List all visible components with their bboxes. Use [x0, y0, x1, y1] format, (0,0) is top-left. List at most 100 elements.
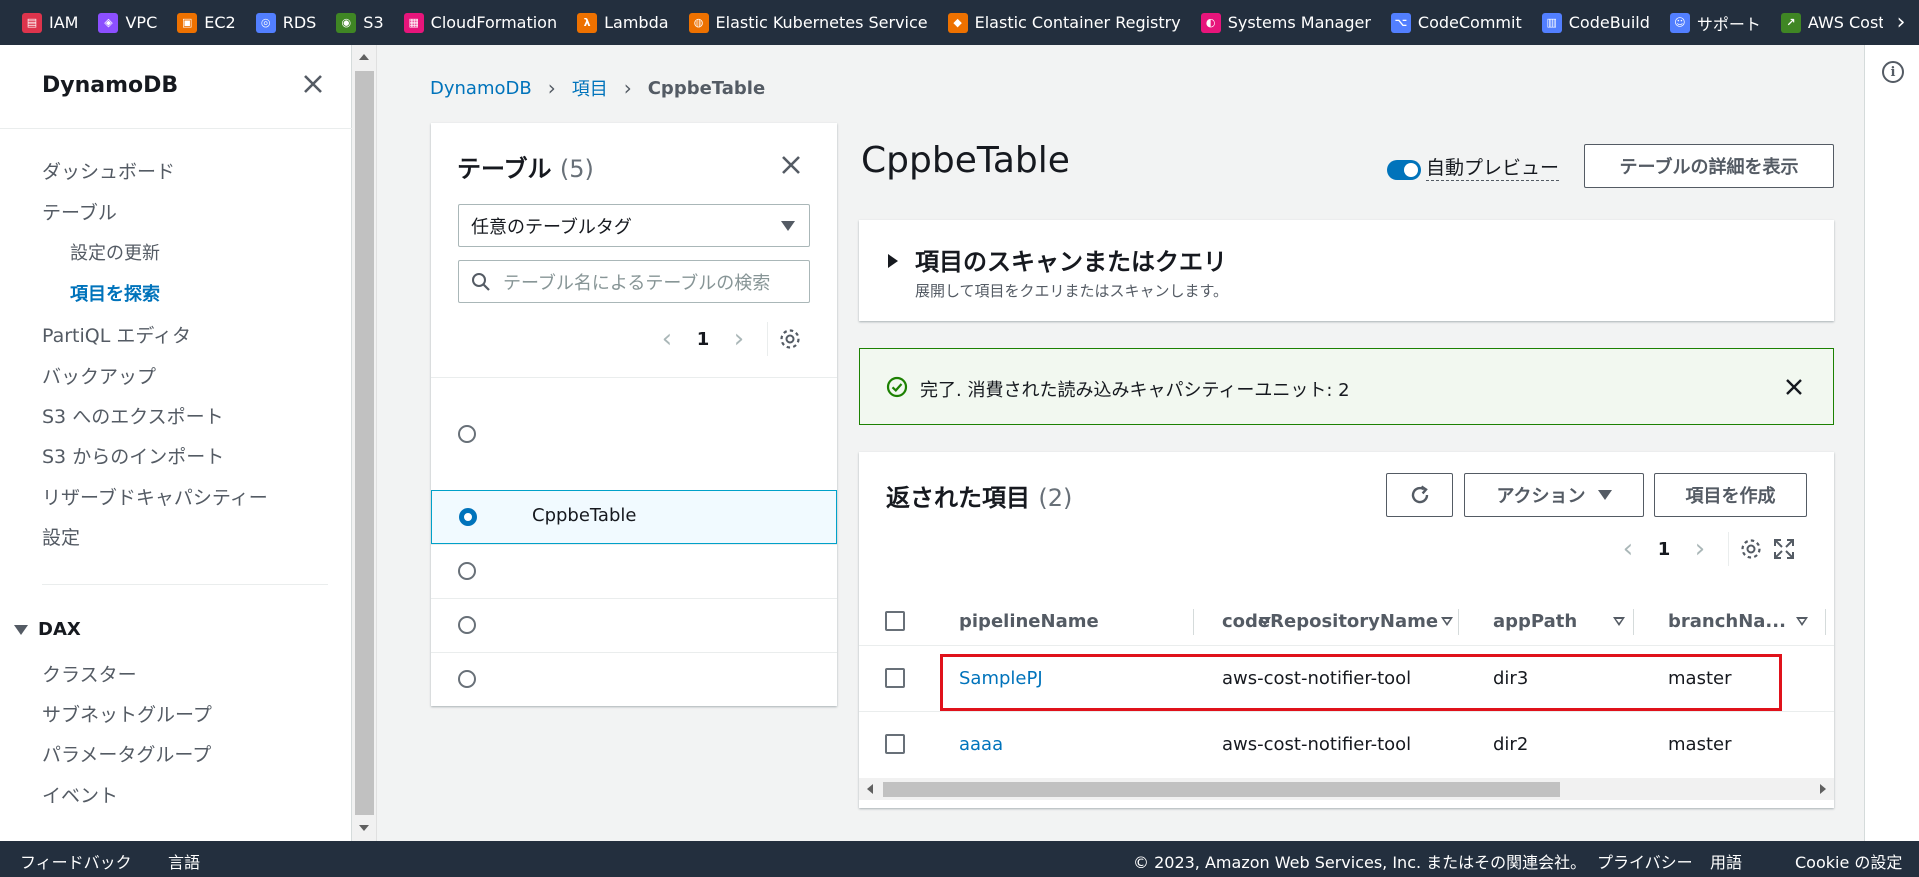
chevron-left-icon[interactable]: ‹: [649, 324, 685, 354]
actions-button[interactable]: アクション: [1464, 473, 1644, 517]
table-radio[interactable]: [459, 508, 477, 526]
service-support[interactable]: ☺ サポート: [1669, 11, 1761, 35]
column-coderepositoryname[interactable]: codeRepositoryName: [1222, 597, 1453, 645]
service-codecommit[interactable]: ⌥ CodeCommit: [1390, 12, 1522, 33]
nav-item-partiql[interactable]: PartiQL エディタ: [42, 321, 191, 348]
nav-item-explore-items[interactable]: 項目を探索: [70, 280, 160, 306]
service-codebuild[interactable]: ▥ CodeBuild: [1541, 12, 1650, 33]
service-rds[interactable]: ◎ RDS: [255, 12, 316, 33]
nav-item-subnet-groups[interactable]: サブネットグループ: [42, 700, 212, 727]
service-s3[interactable]: ◉ S3: [336, 12, 384, 33]
table-row[interactable]: [431, 377, 837, 490]
auto-preview-toggle[interactable]: [1387, 160, 1421, 180]
nav-item-export-s3[interactable]: S3 へのエクスポート: [42, 402, 224, 429]
service-lambda[interactable]: λ Lambda: [577, 12, 669, 33]
service-eks[interactable]: ◍ Elastic Kubernetes Service: [688, 12, 928, 33]
nav-item-events[interactable]: イベント: [42, 781, 118, 808]
table-search-input[interactable]: テーブル名によるテーブルの検索: [458, 260, 810, 303]
footer-language[interactable]: 言語: [168, 849, 200, 873]
column-divider[interactable]: [1825, 609, 1826, 635]
service-cloudformation[interactable]: ▦ CloudFormation: [403, 12, 557, 33]
refresh-button[interactable]: [1386, 473, 1453, 517]
table-radio[interactable]: [458, 425, 476, 443]
nav-item-update-settings[interactable]: 設定の更新: [70, 239, 160, 265]
gear-icon[interactable]: [778, 327, 802, 351]
close-icon[interactable]: [777, 151, 805, 179]
sort-icon[interactable]: [1441, 617, 1453, 626]
row-checkbox[interactable]: [885, 668, 905, 688]
chevron-right-icon[interactable]: ›: [721, 324, 757, 354]
breadcrumb-dynamodb[interactable]: DynamoDB: [430, 78, 532, 99]
horizontal-scrollbar[interactable]: [859, 778, 1834, 800]
service-iam[interactable]: ▤ IAM: [22, 12, 78, 33]
info-icon[interactable]: i: [1882, 61, 1904, 83]
select-all-checkbox[interactable]: [885, 611, 905, 631]
service-ec2[interactable]: ▣ EC2: [177, 12, 236, 33]
vpc-icon: ◈: [98, 12, 119, 33]
column-pipelinename[interactable]: pipelineName: [959, 597, 1271, 645]
nav-item-tables[interactable]: テーブル: [42, 198, 117, 225]
nav-item-dashboard[interactable]: ダッシュボード: [42, 157, 175, 184]
nav-item-reserved-capacity[interactable]: リザーブドキャパシティー: [42, 483, 268, 510]
chevron-right-icon[interactable]: ›: [1883, 0, 1919, 45]
scrollbar-thumb[interactable]: [355, 71, 374, 815]
nav-item-backups[interactable]: バックアップ: [42, 362, 156, 389]
footer-privacy[interactable]: プライバシー: [1597, 849, 1693, 873]
chevron-right-icon: ›: [623, 76, 632, 100]
gear-icon[interactable]: [1739, 537, 1763, 561]
nav-item-settings[interactable]: 設定: [42, 523, 80, 550]
nav-section-dax[interactable]: DAX: [14, 619, 81, 640]
service-systems-manager[interactable]: ◐ Systems Manager: [1200, 12, 1371, 33]
create-item-button[interactable]: 項目を作成: [1654, 473, 1807, 517]
nav-item-parameter-groups[interactable]: パラメータグループ: [42, 740, 211, 767]
scroll-down-icon[interactable]: [359, 825, 369, 831]
sort-icon[interactable]: [1796, 617, 1808, 626]
page-number[interactable]: 1: [1646, 539, 1682, 560]
service-ecr[interactable]: ◆ Elastic Container Registry: [947, 12, 1181, 33]
nav-title[interactable]: DynamoDB: [42, 73, 178, 98]
caret-right-icon[interactable]: [888, 254, 898, 268]
column-divider[interactable]: [1633, 609, 1634, 635]
table-radio[interactable]: [458, 670, 476, 688]
nav-item-import-s3[interactable]: S3 からのインポート: [42, 442, 224, 469]
column-divider[interactable]: [1193, 609, 1194, 635]
view-table-details-button[interactable]: テーブルの詳細を表示: [1584, 144, 1834, 188]
column-branchname[interactable]: branchNa...: [1668, 597, 1808, 645]
breadcrumb-items[interactable]: 項目: [572, 75, 608, 101]
table-name[interactable]: CppbeTable: [532, 505, 636, 526]
scan-query-title[interactable]: 項目のスキャンまたはクエリ: [915, 242, 1227, 277]
table-radio[interactable]: [458, 562, 476, 580]
page-number[interactable]: 1: [685, 329, 721, 350]
footer-feedback[interactable]: フィードバック: [20, 849, 132, 873]
nav-scrollbar[interactable]: [352, 45, 377, 841]
scroll-up-icon[interactable]: [359, 54, 369, 60]
scan-query-panel[interactable]: 項目のスキャンまたはクエリ 展開して項目をクエリまたはスキャンします。: [859, 220, 1834, 321]
sort-icon[interactable]: [1613, 617, 1625, 626]
nav-item-clusters[interactable]: クラスター: [42, 660, 137, 687]
scrollbar-thumb[interactable]: [883, 782, 1560, 797]
table-tag-select[interactable]: 任意のテーブルタグ: [458, 204, 810, 247]
scroll-left-icon[interactable]: [867, 784, 873, 794]
table-row[interactable]: [431, 652, 837, 706]
column-divider[interactable]: [1458, 609, 1459, 635]
table-row-selected[interactable]: CppbeTable: [431, 490, 837, 544]
table-row[interactable]: aaaa aws-cost-notifier-tool dir2 master: [859, 711, 1834, 777]
breadcrumb: DynamoDB › 項目 › CppbeTable: [430, 75, 765, 101]
auto-preview-label[interactable]: 自動プレビュー: [1426, 153, 1560, 181]
chevron-right-icon[interactable]: ›: [1682, 534, 1718, 564]
footer-cookie[interactable]: Cookie の設定: [1795, 849, 1902, 873]
scroll-right-icon[interactable]: [1820, 784, 1826, 794]
close-icon[interactable]: [298, 69, 328, 99]
close-icon[interactable]: [1782, 375, 1806, 399]
row-checkbox[interactable]: [885, 734, 905, 754]
fullscreen-icon[interactable]: [1773, 538, 1795, 560]
table-radio[interactable]: [458, 616, 476, 634]
success-flash: 完了. 消費された読み込みキャパシティーユニット: 2: [859, 348, 1834, 425]
chevron-left-icon[interactable]: ‹: [1610, 534, 1646, 564]
pipeline-name-link[interactable]: aaaa: [959, 734, 1003, 755]
table-row[interactable]: [431, 598, 837, 652]
footer-terms[interactable]: 用語: [1710, 849, 1742, 873]
column-apppath[interactable]: appPath: [1493, 597, 1625, 645]
service-vpc[interactable]: ◈ VPC: [98, 12, 157, 33]
table-row[interactable]: [431, 544, 837, 598]
